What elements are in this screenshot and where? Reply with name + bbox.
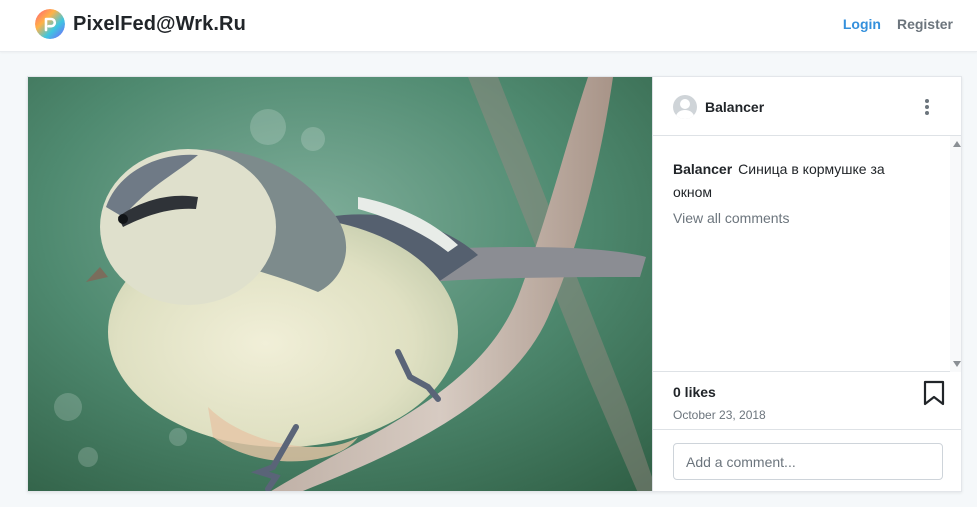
- scroll-down-arrow-icon[interactable]: [953, 361, 961, 367]
- view-all-comments-link[interactable]: View all comments: [673, 210, 789, 226]
- bookmark-icon[interactable]: [923, 380, 945, 406]
- navbar: PixelFed@Wrk.Ru Login Register: [0, 0, 977, 52]
- default-avatar-icon[interactable]: [673, 95, 697, 119]
- post-card: Balancer Balancer Синица в кормушке за ок…: [27, 76, 962, 492]
- post-photo[interactable]: [28, 77, 652, 491]
- post-author[interactable]: Balancer: [705, 99, 764, 115]
- scroll-up-arrow-icon[interactable]: [953, 141, 961, 147]
- more-vertical-icon[interactable]: [921, 97, 933, 117]
- comments-scrollbar[interactable]: [950, 136, 961, 372]
- blue-tit-on-branch-photo: [28, 77, 652, 491]
- post-caption: Balancer Синица в кормушке за окном: [673, 158, 913, 204]
- brand-name: PixelFed@Wrk.Ru: [73, 12, 246, 35]
- likes-count: 0 likes: [673, 384, 716, 400]
- register-link[interactable]: Register: [897, 16, 953, 32]
- comments-section: Balancer Синица в кормушке за окном View …: [653, 136, 961, 372]
- login-link[interactable]: Login: [843, 16, 881, 32]
- post-date: October 23, 2018: [673, 408, 766, 422]
- post-header: Balancer: [653, 77, 961, 136]
- caption-author[interactable]: Balancer: [673, 161, 732, 177]
- post-sidebar: Balancer Balancer Синица в кормушке за ок…: [652, 77, 961, 491]
- pixelfed-logo-icon: [35, 9, 65, 39]
- nav-links: Login Register: [843, 16, 953, 32]
- comment-input[interactable]: [673, 443, 943, 480]
- post-stats: 0 likes October 23, 2018: [653, 372, 961, 430]
- brand[interactable]: PixelFed@Wrk.Ru: [35, 9, 246, 39]
